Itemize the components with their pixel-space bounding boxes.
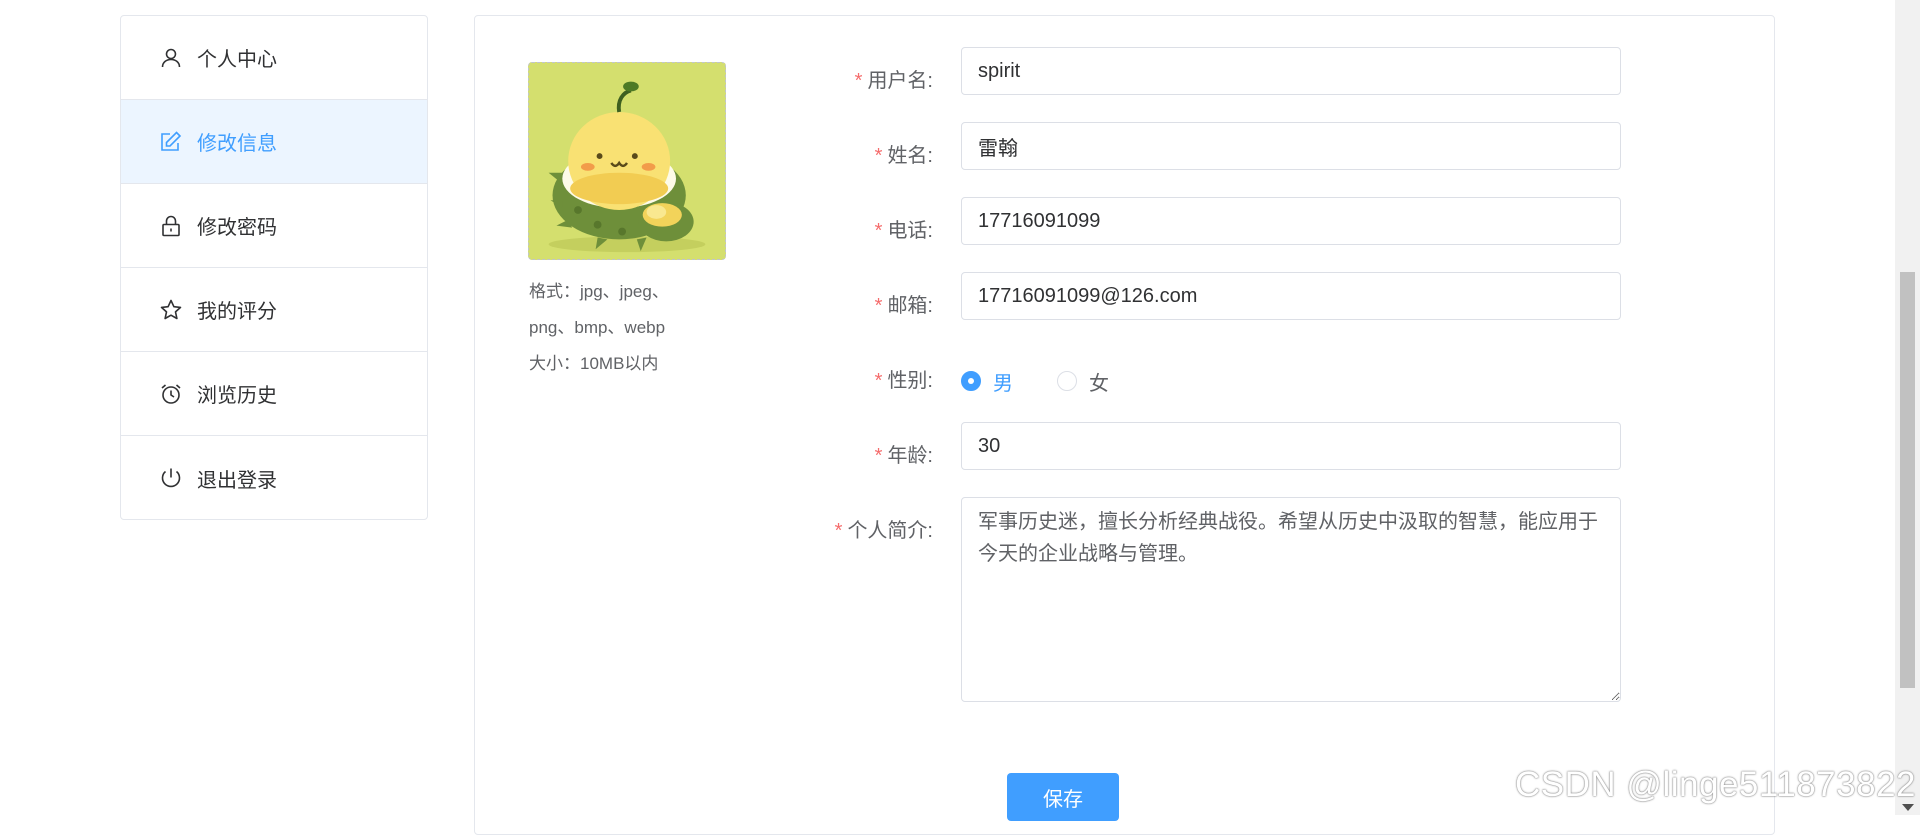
radio-button-unchecked[interactable] (1057, 371, 1077, 391)
required-mark: * (874, 220, 883, 242)
edit-info-panel: 格式：jpg、jpeg、 png、bmp、webp 大小：10MB以内 * 用户名… (474, 15, 1775, 835)
edit-icon (159, 130, 183, 154)
sidebar-item-label: 修改密码 (197, 217, 277, 239)
required-mark: * (874, 295, 883, 317)
required-mark: * (854, 70, 863, 92)
sidebar-item-label: 浏览历史 (197, 385, 277, 407)
gender-radio-female[interactable]: 女 (1057, 367, 1109, 396)
gender-label: * 性别: (475, 357, 933, 405)
scrollbar-thumb[interactable] (1900, 272, 1915, 688)
sidebar-item-browse-history[interactable]: 浏览历史 (121, 352, 427, 436)
required-mark: * (834, 520, 843, 542)
username-input[interactable] (961, 47, 1621, 95)
required-mark: * (874, 145, 883, 167)
alarm-clock-icon (159, 382, 183, 406)
bio-label: * 个人简介: (475, 507, 933, 555)
phone-label: * 电话: (475, 207, 933, 255)
page-scrollbar[interactable] (1895, 0, 1920, 815)
age-label: * 年龄: (475, 432, 933, 480)
name-label: * 姓名: (475, 132, 933, 180)
lock-icon (159, 214, 183, 238)
gender-label-text: 性别: (887, 370, 933, 392)
username-label-text: 用户名: (867, 70, 933, 92)
age-input[interactable] (961, 422, 1621, 470)
sidebar-item-logout[interactable]: 退出登录 (121, 436, 427, 519)
gender-option-label: 女 (1089, 372, 1109, 395)
email-label-text: 邮箱: (887, 295, 933, 317)
bio-textarea[interactable]: 军事历史迷，擅长分析经典战役。希望从历史中汲取的智慧，能应用于今天的企业战略与管… (961, 497, 1621, 702)
save-button[interactable]: 保存 (1007, 773, 1119, 821)
email-input[interactable] (961, 272, 1621, 320)
phone-input[interactable] (961, 197, 1621, 245)
star-icon (159, 298, 183, 322)
power-icon (159, 466, 183, 490)
username-label: * 用户名: (475, 57, 933, 105)
sidebar-item-change-password[interactable]: 修改密码 (121, 184, 427, 268)
radio-button-checked[interactable] (961, 371, 981, 391)
phone-label-text: 电话: (887, 220, 933, 242)
name-input[interactable] (961, 122, 1621, 170)
sidebar-menu: 个人中心 修改信息 修改密码 我的评分 浏览历史 退出登录 (120, 15, 428, 520)
csdn-watermark: CSDN @linge511873822 (1515, 765, 1916, 804)
required-mark: * (874, 370, 883, 392)
gender-radio-group: 男 女 (961, 357, 1153, 405)
required-mark: * (874, 445, 883, 467)
sidebar-item-my-ratings[interactable]: 我的评分 (121, 268, 427, 352)
bio-label-text: 个人简介: (847, 520, 933, 542)
sidebar-item-label: 修改信息 (197, 133, 277, 155)
gender-radio-male[interactable]: 男 (961, 367, 1013, 396)
sidebar-item-edit-info[interactable]: 修改信息 (121, 100, 427, 184)
sidebar-item-label: 退出登录 (197, 469, 277, 492)
age-label-text: 年龄: (887, 445, 933, 467)
gender-option-label: 男 (993, 372, 1013, 395)
user-icon (159, 46, 183, 70)
email-label: * 邮箱: (475, 282, 933, 330)
scroll-down-arrow-icon[interactable] (1902, 804, 1914, 811)
sidebar-item-label: 个人中心 (197, 49, 277, 71)
sidebar-item-label: 我的评分 (197, 301, 277, 323)
sidebar-item-profile-center[interactable]: 个人中心 (121, 16, 427, 100)
name-label-text: 姓名: (887, 145, 933, 167)
